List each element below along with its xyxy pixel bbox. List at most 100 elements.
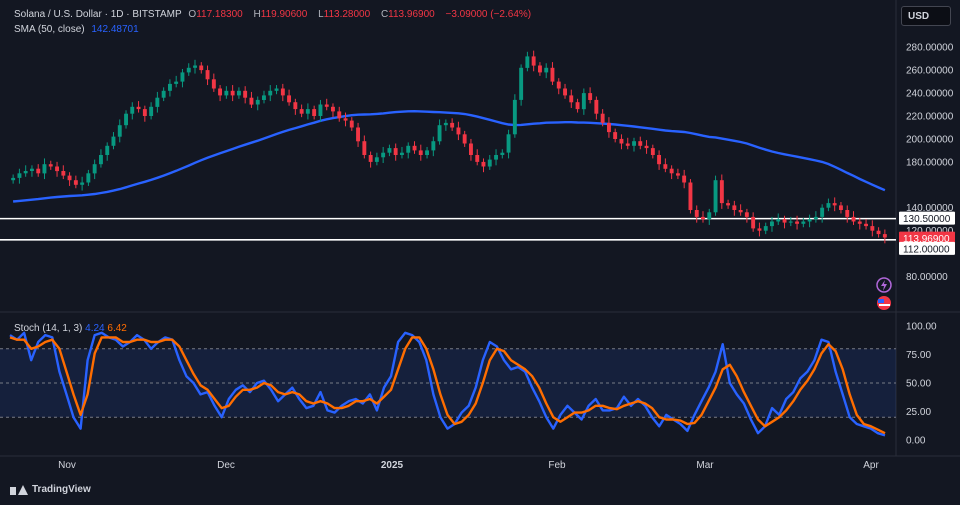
candle-body [481, 161, 486, 167]
candle-body [694, 210, 699, 217]
candle-body [619, 138, 624, 144]
candle-body [851, 216, 856, 222]
candle-body [663, 164, 668, 169]
time-tick-label: Mar [696, 460, 714, 471]
price-badge-label: 112.00000 [903, 244, 950, 255]
candle-body [456, 127, 461, 135]
candle-body [406, 145, 411, 153]
candle-body [870, 226, 875, 231]
stoch-tick-label: 75.00 [906, 350, 931, 361]
candle-body [519, 67, 524, 100]
price-tick-label: 260.00000 [906, 66, 954, 77]
candle-body [531, 56, 536, 66]
candle-body [80, 182, 85, 185]
candle-body [638, 141, 643, 146]
price-tick-label: 280.00000 [906, 43, 954, 54]
candle-body [588, 93, 593, 100]
stoch-tick-label: 25.00 [906, 407, 931, 418]
candle-body [48, 164, 53, 167]
chart-canvas[interactable]: 280.00000 260.00000 240.00000 220.00000 200.… [0, 0, 960, 505]
sma-legend[interactable]: SMA (50, close) 142.48701 [14, 24, 143, 35]
candle-body [299, 109, 304, 114]
candle-body [726, 203, 730, 206]
candle-body [713, 180, 718, 213]
candle-body [312, 109, 317, 116]
candle-body [600, 113, 605, 123]
candle-body [701, 216, 705, 220]
candle-body [23, 171, 28, 174]
candle-body [832, 203, 837, 206]
candle-body [650, 148, 655, 155]
candle-body [751, 216, 756, 229]
candle-body [130, 106, 135, 114]
stoch-label: Stoch (14, 1, 3) [14, 323, 83, 334]
candle-body [807, 219, 812, 222]
candle-body [205, 70, 210, 80]
candle-body [61, 171, 66, 176]
candle-body [782, 219, 787, 223]
candle-body [55, 166, 59, 172]
candle-body [337, 111, 342, 119]
candle-body [425, 150, 429, 155]
candle-body [111, 136, 116, 146]
candle-body [494, 155, 498, 160]
price-tick-label: 240.00000 [906, 89, 954, 100]
change-value: −3.09000 (−2.64%) [445, 9, 532, 20]
candle-body [788, 221, 793, 223]
price-badge-label: 130.50000 [903, 214, 951, 225]
candle-body [857, 221, 862, 224]
candle-body [149, 106, 154, 116]
candle-body [124, 113, 128, 126]
candle-body [757, 228, 762, 231]
time-tick-label: 2025 [381, 460, 404, 471]
candle-body [199, 65, 204, 71]
candle-body [556, 81, 561, 89]
candle-body [305, 109, 310, 114]
candle-body [356, 127, 360, 142]
candle-body [625, 143, 630, 146]
candle-body [174, 81, 179, 84]
stoch-tick-label: 100.00 [906, 322, 937, 333]
candle-body [839, 205, 843, 210]
candle-body [487, 159, 492, 167]
candle-body [255, 99, 260, 105]
candle-body [67, 175, 72, 181]
high-label: H [253, 9, 261, 20]
candle-body [293, 102, 298, 110]
candle-body [36, 168, 41, 174]
symbol-header: Solana / U.S. Dollar · 1D · BITSTAMP O11… [14, 9, 535, 20]
candle-body [30, 168, 34, 171]
symbol-title[interactable]: Solana / U.S. Dollar · 1D · BITSTAMP [14, 9, 182, 20]
sma-label: SMA (50, close) [14, 24, 85, 35]
tradingview-logo[interactable]: TradingView [10, 484, 91, 495]
candle-body [563, 88, 567, 96]
candle-body [331, 106, 335, 112]
candle-body [538, 65, 542, 73]
stoch-d-value: 6.42 [107, 323, 127, 334]
currency-button[interactable]: USD [901, 6, 951, 26]
price-tick-label: 220.00000 [906, 112, 954, 123]
candle-body [105, 145, 110, 155]
candle-body [613, 132, 618, 139]
candle-body [136, 106, 141, 110]
candle-body [581, 93, 586, 110]
candle-body [813, 216, 818, 220]
candle-body [676, 173, 680, 176]
candle-body [575, 102, 580, 110]
candle-body [462, 134, 467, 144]
candle-body [249, 97, 254, 105]
high-value: 119.90600 [260, 9, 308, 20]
candle-body [469, 143, 473, 155]
candle-body [73, 180, 78, 185]
time-tick-label: Feb [548, 460, 566, 471]
candle-body [180, 72, 185, 82]
candle-body [437, 125, 442, 142]
candle-body [324, 104, 329, 107]
candle-body [368, 155, 373, 162]
sma-value: 142.48701 [91, 24, 139, 35]
candle-body [594, 99, 599, 114]
tradingview-logo-icon [10, 484, 28, 495]
candle-body [882, 234, 887, 238]
candle-body [876, 230, 881, 235]
stoch-legend[interactable]: Stoch (14, 1, 3) 4.24 6.42 [14, 323, 127, 334]
